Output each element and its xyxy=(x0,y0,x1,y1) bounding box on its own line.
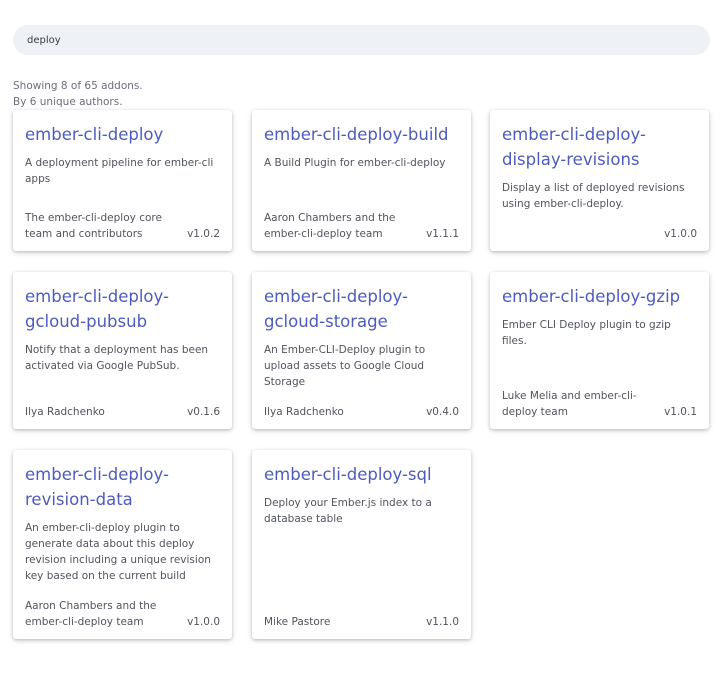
addon-card[interactable]: ember-cli-deploy-revision-data An ember-… xyxy=(13,450,232,639)
addon-footer: Aaron Chambers and the ember-cli-deploy … xyxy=(264,210,459,242)
addon-name-link[interactable]: ember-cli-deploy-revision-data xyxy=(25,462,220,512)
addon-version: v1.0.0 xyxy=(187,616,220,628)
addon-description: An Ember-CLI-Deploy plugin to upload ass… xyxy=(264,344,426,388)
addon-description: A deployment pipeline for ember-cli apps xyxy=(25,157,214,185)
addon-footer: v1.0.0 xyxy=(502,226,697,242)
addon-footer: Aaron Chambers and the ember-cli-deploy … xyxy=(25,598,220,630)
addon-card[interactable]: ember-cli-deploy-gcloud-pubsub Notify th… xyxy=(13,272,232,429)
addon-version: v1.1.1 xyxy=(426,228,459,240)
addon-author: Ilya Radchenko xyxy=(25,406,105,418)
addon-footer: Ilya Radchenko v0.1.6 xyxy=(25,404,220,420)
addon-description: An ember-cli-deploy plugin to generate d… xyxy=(25,522,211,582)
addon-name-link[interactable]: ember-cli-deploy-gcloud-pubsub xyxy=(25,284,220,334)
addon-author: Luke Melia and ember-cli-deploy team xyxy=(502,390,637,418)
addon-author: Aaron Chambers and the ember-cli-deploy … xyxy=(25,600,157,628)
addon-name-link[interactable]: ember-cli-deploy-build xyxy=(264,122,459,147)
search-input[interactable] xyxy=(27,34,696,46)
addon-author: Ilya Radchenko xyxy=(264,406,344,418)
addon-card[interactable]: ember-cli-deploy-display-revisions Displ… xyxy=(490,110,709,251)
addon-footer: Mike Pastore v1.1.0 xyxy=(264,614,459,630)
search-box[interactable] xyxy=(13,25,710,55)
addon-card[interactable]: ember-cli-deploy-build A Build Plugin fo… xyxy=(252,110,471,251)
addon-version: v1.0.1 xyxy=(664,406,697,418)
addon-author: Aaron Chambers and the ember-cli-deploy … xyxy=(264,212,396,240)
addon-description: A Build Plugin for ember-cli-deploy xyxy=(264,157,446,169)
addon-author: Mike Pastore xyxy=(264,616,331,628)
results-count: Showing 8 of 65 addons. xyxy=(13,80,143,92)
addon-footer: The ember-cli-deploy core team and contr… xyxy=(25,210,220,242)
addon-footer: Luke Melia and ember-cli-deploy team v1.… xyxy=(502,388,697,420)
addon-footer: Ilya Radchenko v0.4.0 xyxy=(264,404,459,420)
addon-card[interactable]: ember-cli-deploy-sql Deploy your Ember.j… xyxy=(252,450,471,639)
addon-author: The ember-cli-deploy core team and contr… xyxy=(25,212,162,240)
addon-description: Ember CLI Deploy plugin to gzip files. xyxy=(502,319,671,347)
addon-description: Deploy your Ember.js index to a database… xyxy=(264,497,432,525)
addon-version: v1.0.0 xyxy=(664,228,697,240)
addon-description: Display a list of deployed revisions usi… xyxy=(502,182,685,210)
addon-name-link[interactable]: ember-cli-deploy-sql xyxy=(264,462,459,487)
addon-description: Notify that a deployment has been activa… xyxy=(25,344,209,372)
addon-card[interactable]: ember-cli-deploy-gzip Ember CLI Deploy p… xyxy=(490,272,709,429)
addon-card[interactable]: ember-cli-deploy A deployment pipeline f… xyxy=(13,110,232,251)
addon-version: v0.4.0 xyxy=(426,406,459,418)
addon-name-link[interactable]: ember-cli-deploy-display-revisions xyxy=(502,122,697,172)
addon-version: v1.0.2 xyxy=(187,228,220,240)
addon-version: v1.1.0 xyxy=(426,616,459,628)
addon-name-link[interactable]: ember-cli-deploy-gzip xyxy=(502,284,697,309)
results-summary: Showing 8 of 65 addons. By 6 unique auth… xyxy=(13,78,143,110)
addon-name-link[interactable]: ember-cli-deploy-gcloud-storage xyxy=(264,284,459,334)
addon-card[interactable]: ember-cli-deploy-gcloud-storage An Ember… xyxy=(252,272,471,429)
addon-version: v0.1.6 xyxy=(187,406,220,418)
authors-count: By 6 unique authors. xyxy=(13,96,123,108)
addon-name-link[interactable]: ember-cli-deploy xyxy=(25,122,220,147)
